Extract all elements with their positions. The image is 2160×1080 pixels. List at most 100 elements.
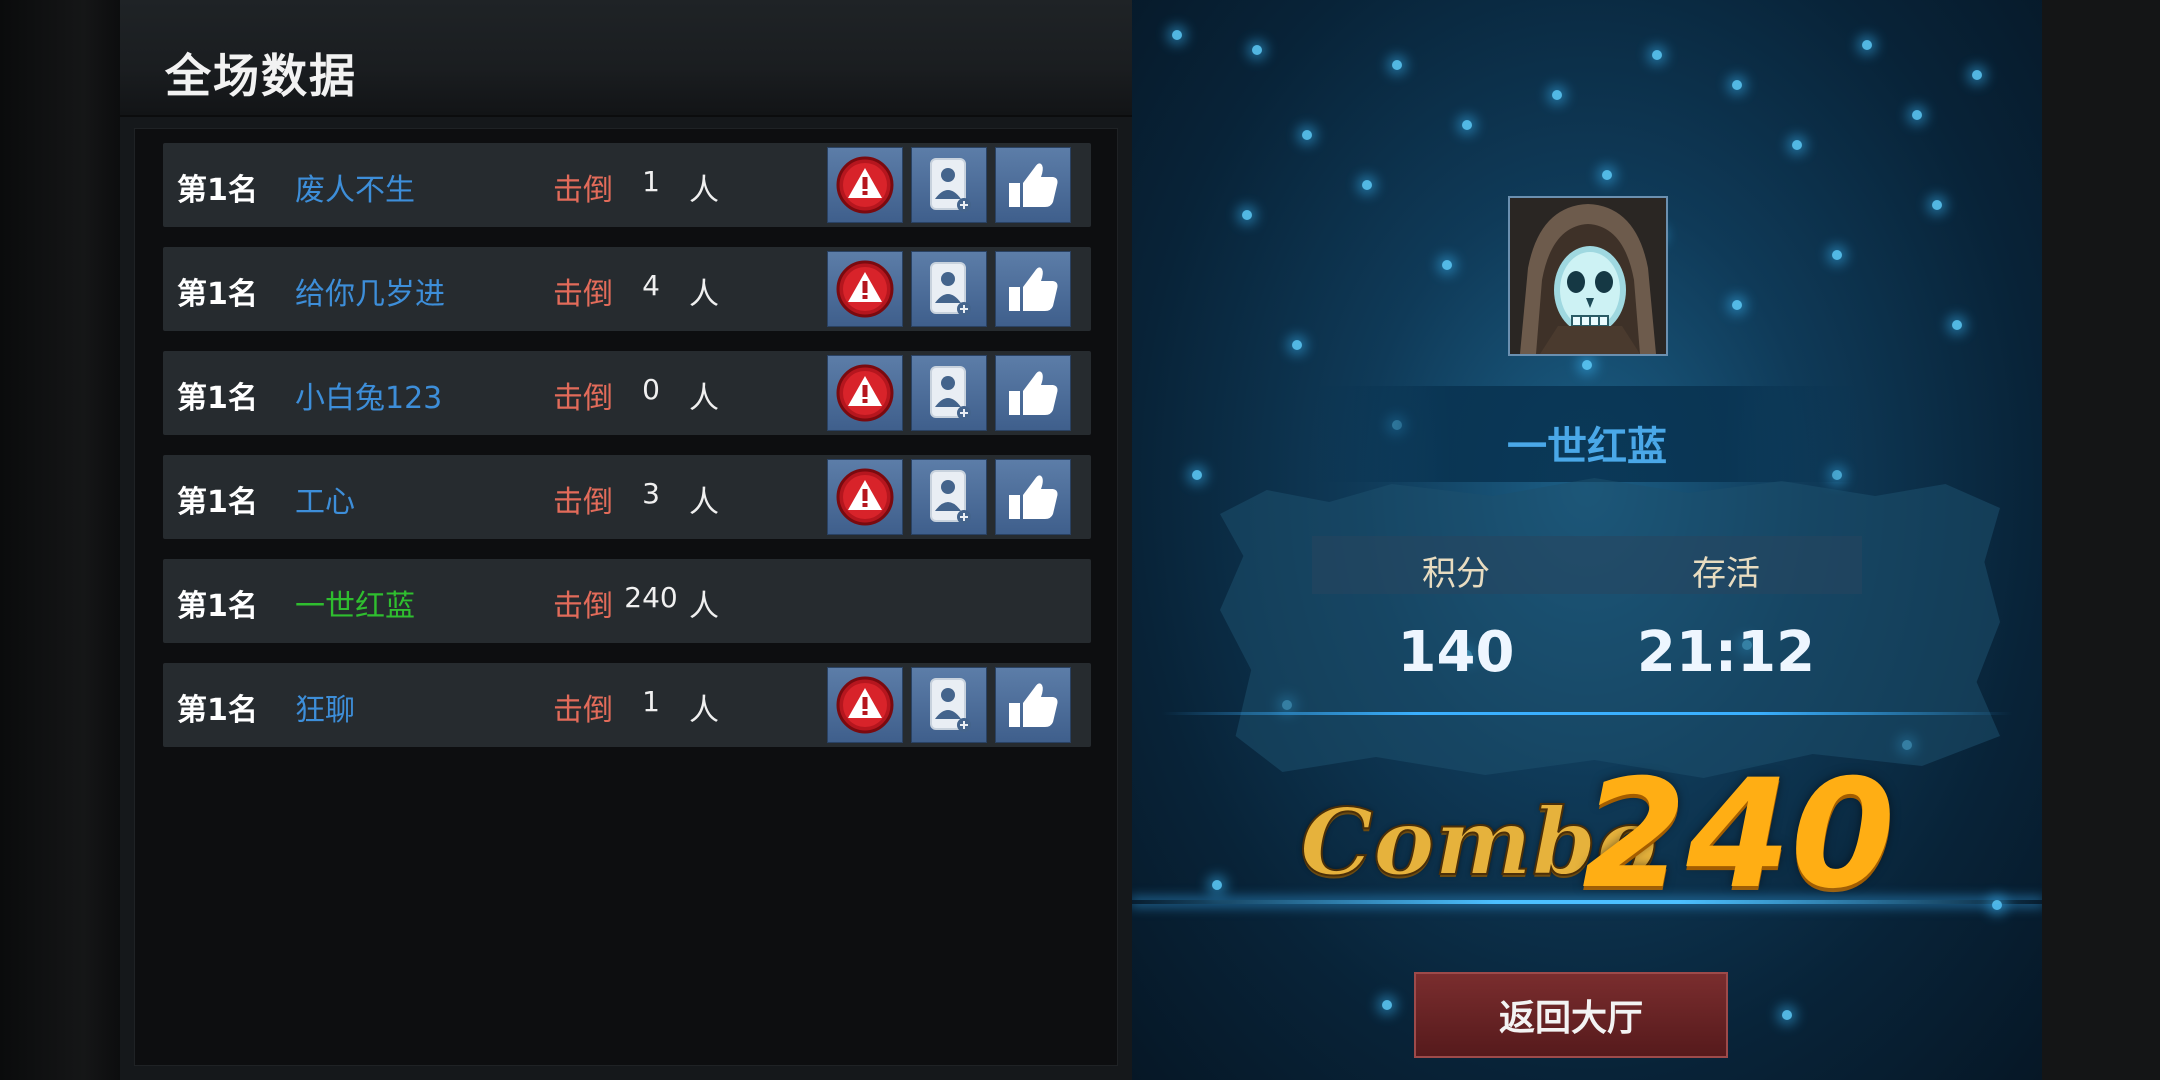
knockdown-count: 1	[642, 685, 660, 718]
report-button[interactable]	[827, 251, 903, 327]
rank-label: 第1名	[177, 173, 258, 208]
score-label: 积分	[1422, 554, 1490, 594]
player-name: 一世红蓝	[1507, 424, 1667, 470]
add-friend-icon	[923, 259, 975, 319]
sparkle	[1252, 45, 1262, 55]
rank-label: 第1名	[177, 693, 258, 728]
like-button[interactable]	[995, 355, 1071, 431]
sparkle	[1462, 120, 1472, 130]
scoreboard-panel: 全场数据 第1名 废人不生 击倒 1 人第1名 给你几岁进 击倒 4 人第1名 小白兔123 击倒 0…	[120, 0, 1132, 1080]
knockdown-unit: 人	[689, 589, 719, 624]
thumbs-up-icon	[1003, 675, 1063, 735]
add-friend-icon	[923, 363, 975, 423]
panel-title: 全场数据	[165, 49, 357, 103]
report-button[interactable]	[827, 147, 903, 223]
rank-label: 第1名	[177, 589, 258, 624]
add-friend-icon	[923, 155, 975, 215]
add-friend-icon	[923, 675, 975, 735]
sparkle	[1292, 340, 1302, 350]
sparkle	[1652, 50, 1662, 60]
knockdown-unit: 人	[689, 277, 719, 312]
player-row: 第1名 一世红蓝 击倒 240 人	[163, 559, 1091, 643]
rank-label: 第1名	[177, 381, 258, 416]
knockdown-label: 击倒	[553, 277, 613, 312]
score-value: 140	[1397, 620, 1515, 685]
player-row: 第1名 小白兔123 击倒 0 人	[163, 351, 1091, 435]
sparkle	[1552, 90, 1562, 100]
warning-icon	[835, 363, 895, 423]
add-friend-button[interactable]	[911, 147, 987, 223]
knockdown-count: 0	[642, 373, 660, 406]
warning-icon	[835, 467, 895, 527]
right-backdrop	[2042, 0, 2160, 1080]
rank-label: 第1名	[177, 277, 258, 312]
add-friend-button[interactable]	[911, 355, 987, 431]
warning-icon	[835, 259, 895, 319]
survival-value: 21:12	[1636, 620, 1816, 685]
like-button[interactable]	[995, 459, 1071, 535]
sparkle	[1732, 300, 1742, 310]
combo-value: 240	[1582, 748, 1896, 922]
knockdown-unit: 人	[689, 485, 719, 520]
sparkle	[1782, 1010, 1792, 1020]
thumbs-up-icon	[1003, 363, 1063, 423]
back-to-lobby-button[interactable]: 返回大厅	[1414, 972, 1728, 1058]
add-friend-button[interactable]	[911, 667, 987, 743]
like-button[interactable]	[995, 147, 1071, 223]
player-name: 一世红蓝	[295, 589, 415, 624]
thumbs-up-icon	[1003, 259, 1063, 319]
sparkle	[1972, 70, 1982, 80]
stats-divider	[1162, 712, 2012, 715]
add-friend-button[interactable]	[911, 459, 987, 535]
knockdown-label: 击倒	[553, 693, 613, 728]
sparkle	[1832, 250, 1842, 260]
sparkle	[1932, 200, 1942, 210]
player-row: 第1名 狂聊 击倒 1 人	[163, 663, 1091, 747]
player-name: 工心	[295, 485, 355, 520]
player-name-banner: 一世红蓝	[1312, 386, 1862, 482]
sparkle	[1792, 140, 1802, 150]
report-button[interactable]	[827, 355, 903, 431]
knockdown-count: 1	[642, 165, 660, 198]
knockdown-label: 击倒	[553, 589, 613, 624]
knockdown-count: 4	[642, 269, 660, 302]
knockdown-label: 击倒	[553, 173, 613, 208]
skull-avatar-icon	[1510, 198, 1666, 354]
like-button[interactable]	[995, 667, 1071, 743]
sparkle	[1302, 130, 1312, 140]
knockdown-count: 3	[642, 477, 660, 510]
sparkle	[1212, 880, 1222, 890]
sparkle	[1912, 110, 1922, 120]
knockdown-unit: 人	[689, 381, 719, 416]
player-avatar	[1508, 196, 1668, 356]
report-button[interactable]	[827, 459, 903, 535]
player-list[interactable]: 第1名 废人不生 击倒 1 人第1名 给你几岁进 击倒 4 人第1名 小白兔123 击倒 0 人第1名工…	[134, 128, 1118, 1066]
sparkle	[1382, 1000, 1392, 1010]
sparkle	[1242, 210, 1252, 220]
sparkle	[1392, 60, 1402, 70]
knockdown-label: 击倒	[553, 485, 613, 520]
knockdown-count: 240	[624, 581, 678, 614]
thumbs-up-icon	[1003, 155, 1063, 215]
sparkle	[1732, 80, 1742, 90]
knockdown-unit: 人	[689, 173, 719, 208]
sparkle	[1192, 470, 1202, 480]
player-row: 第1名 废人不生 击倒 1 人	[163, 143, 1091, 227]
add-friend-button[interactable]	[911, 251, 987, 327]
knockdown-label: 击倒	[553, 381, 613, 416]
sparkle	[1952, 320, 1962, 330]
result-panel: 一世红蓝 积分 存活 140 21:12 Combo 240 返回大厅	[1132, 0, 2042, 1080]
rank-label: 第1名	[177, 485, 258, 520]
player-name: 给你几岁进	[295, 277, 445, 312]
sparkle	[1442, 260, 1452, 270]
player-row: 第1名 工心 击倒 3 人	[163, 455, 1091, 539]
left-backdrop	[0, 0, 120, 1080]
sparkle	[1172, 30, 1182, 40]
report-button[interactable]	[827, 667, 903, 743]
sparkle	[1602, 170, 1612, 180]
like-button[interactable]	[995, 251, 1071, 327]
player-row: 第1名 给你几岁进 击倒 4 人	[163, 247, 1091, 331]
warning-icon	[835, 155, 895, 215]
survival-label: 存活	[1692, 554, 1760, 594]
knockdown-unit: 人	[689, 693, 719, 728]
